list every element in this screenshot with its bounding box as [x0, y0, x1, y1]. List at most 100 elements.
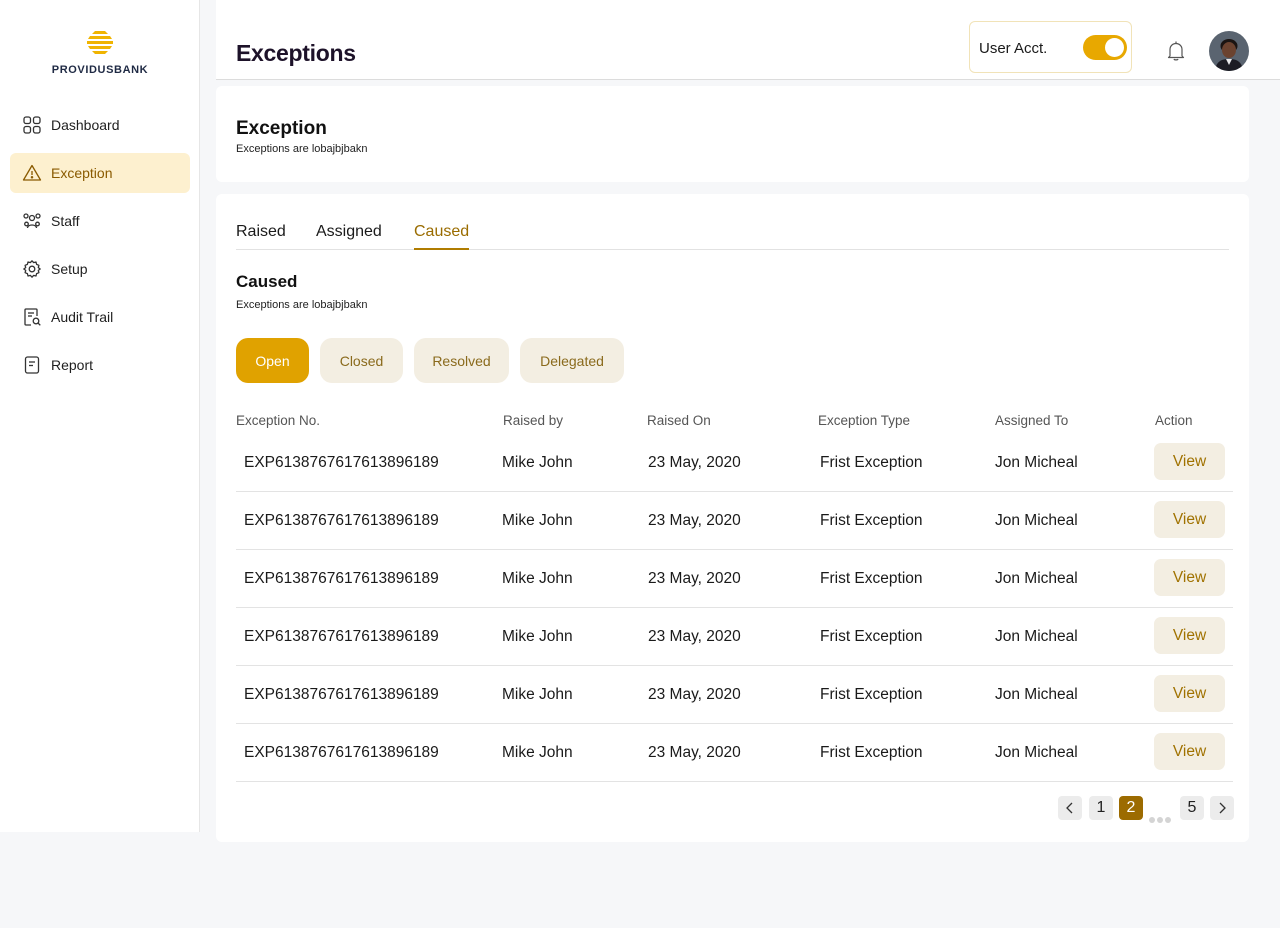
cell-exception-no: EXP6138767617613896189	[244, 628, 439, 645]
chevron-right-icon	[1219, 802, 1226, 814]
column-header-exception-type: Exception Type	[818, 413, 911, 428]
user-account-label: User Acct.	[979, 40, 1048, 57]
cell-raised-by: Mike John	[502, 744, 573, 761]
view-button[interactable]: View	[1154, 617, 1225, 654]
sidebar-nav: Dashboard Exception Staff Setup Audit Tr…	[10, 105, 190, 393]
cell-raised-on: 23 May, 2020	[648, 686, 741, 703]
cell-exception-type: Frist Exception	[820, 686, 923, 703]
section-subtitle: Exceptions are lobajbjbakn	[236, 299, 368, 311]
view-button[interactable]: View	[1154, 559, 1225, 596]
sidebar-item-exception[interactable]: Exception	[10, 153, 190, 193]
next-page-button[interactable]	[1210, 796, 1234, 820]
warning-icon	[22, 164, 42, 181]
user-account-switch: User Acct.	[969, 21, 1132, 73]
sidebar-item-label: Staff	[51, 213, 80, 229]
table-row: EXP6138767617613896189 Mike John 23 May, 2…	[236, 434, 1233, 492]
cell-exception-no: EXP6138767617613896189	[244, 512, 439, 529]
tab-raised[interactable]: Raised	[236, 223, 286, 248]
summary-title: Exception	[236, 118, 327, 139]
column-header-raised-by: Raised by	[503, 413, 564, 428]
table-row: EXP6138767617613896189 Mike John 23 May, 2…	[236, 608, 1233, 666]
column-header-assigned-to: Assigned To	[995, 413, 1069, 428]
brand-name: PROVIDUSBANK	[51, 64, 149, 76]
pagination-ellipsis	[1149, 810, 1173, 823]
sidebar-item-setup[interactable]: Setup	[10, 249, 190, 289]
summary-subtitle: Exceptions are lobajbjbakn	[236, 143, 368, 155]
cell-raised-on: 23 May, 2020	[648, 744, 741, 761]
filter-resolved-button[interactable]: Resolved	[414, 338, 509, 383]
sidebar-item-staff[interactable]: Staff	[10, 201, 190, 241]
view-button[interactable]: View	[1154, 501, 1225, 538]
cell-raised-by: Mike John	[502, 454, 573, 471]
cell-raised-on: 23 May, 2020	[648, 512, 741, 529]
exception-summary-card: Exception Exceptions are lobajbjbakn	[216, 86, 1249, 182]
cell-exception-type: Frist Exception	[820, 512, 923, 529]
avatar[interactable]	[1209, 31, 1249, 71]
brand-logo[interactable]: PROVIDUSBANK	[0, 30, 200, 76]
column-header-exception-no: Exception No.	[236, 413, 321, 428]
cell-raised-by: Mike John	[502, 570, 573, 587]
table-row: EXP6138767617613896189 Mike John 23 May, 2…	[236, 666, 1233, 724]
chevron-left-icon	[1066, 802, 1073, 814]
filter-delegated-button[interactable]: Delegated	[520, 338, 624, 383]
cell-assigned-to: Jon Micheal	[995, 454, 1078, 471]
top-header: Exceptions User Acct.	[216, 0, 1280, 80]
cell-assigned-to: Jon Micheal	[995, 744, 1078, 761]
page-button-current[interactable]: 2	[1119, 796, 1143, 820]
cell-assigned-to: Jon Micheal	[995, 686, 1078, 703]
cell-raised-on: 23 May, 2020	[648, 628, 741, 645]
cell-raised-by: Mike John	[502, 512, 573, 529]
user-avatar-icon	[1209, 31, 1249, 71]
providus-logo-icon	[87, 31, 113, 54]
sidebar-item-label: Audit Trail	[51, 309, 114, 325]
prev-page-button[interactable]	[1058, 796, 1082, 820]
user-account-toggle[interactable]	[1083, 35, 1127, 60]
toggle-knob	[1105, 38, 1124, 57]
column-header-action: Action	[1155, 413, 1193, 428]
view-button[interactable]: View	[1154, 443, 1225, 480]
section-title: Caused	[236, 272, 298, 291]
sidebar-item-audit-trail[interactable]: Audit Trail	[10, 297, 190, 337]
report-icon	[24, 356, 40, 374]
grid-icon	[23, 116, 41, 134]
cell-raised-by: Mike John	[502, 686, 573, 703]
sidebar-item-label: Exception	[51, 165, 113, 181]
tab-caused[interactable]: Caused	[414, 223, 470, 250]
sidebar-item-report[interactable]: Report	[10, 345, 190, 385]
view-button[interactable]: View	[1154, 675, 1225, 712]
cell-exception-no: EXP6138767617613896189	[244, 686, 439, 703]
cell-assigned-to: Jon Micheal	[995, 570, 1078, 587]
document-search-icon	[24, 308, 41, 326]
exception-tabs: Raised Assigned Caused	[236, 220, 1229, 250]
filter-open-button[interactable]: Open	[236, 338, 309, 383]
cell-exception-type: Frist Exception	[820, 570, 923, 587]
cell-exception-no: EXP6138767617613896189	[244, 570, 439, 587]
cell-assigned-to: Jon Micheal	[995, 512, 1078, 529]
view-button[interactable]: View	[1154, 733, 1225, 770]
sidebar-item-label: Report	[51, 357, 94, 373]
page-button[interactable]: 5	[1180, 796, 1204, 820]
cell-raised-by: Mike John	[502, 628, 573, 645]
sidebar: PROVIDUSBANK Dashboard Exception Staff S…	[0, 0, 200, 832]
table-row: EXP6138767617613896189 Mike John 23 May, 2…	[236, 550, 1233, 608]
table-row: EXP6138767617613896189 Mike John 23 May, 2…	[236, 724, 1233, 782]
cell-assigned-to: Jon Micheal	[995, 628, 1078, 645]
page-title: Exceptions	[236, 40, 356, 66]
gear-icon	[23, 260, 41, 278]
cell-exception-type: Frist Exception	[820, 628, 923, 645]
cell-raised-on: 23 May, 2020	[648, 570, 741, 587]
cell-exception-no: EXP6138767617613896189	[244, 744, 439, 761]
filter-closed-button[interactable]: Closed	[320, 338, 403, 383]
cell-raised-on: 23 May, 2020	[648, 454, 741, 471]
cell-exception-type: Frist Exception	[820, 744, 923, 761]
page-button[interactable]: 1	[1089, 796, 1113, 820]
column-header-raised-on: Raised On	[647, 413, 711, 428]
bell-icon[interactable]	[1166, 40, 1186, 62]
cell-exception-type: Frist Exception	[820, 454, 923, 471]
sidebar-item-dashboard[interactable]: Dashboard	[10, 105, 190, 145]
tab-assigned[interactable]: Assigned	[316, 223, 382, 248]
sidebar-item-label: Setup	[51, 261, 88, 277]
table-row: EXP6138767617613896189 Mike John 23 May, 2…	[236, 492, 1233, 550]
cell-exception-no: EXP6138767617613896189	[244, 454, 439, 471]
sidebar-item-label: Dashboard	[51, 117, 120, 133]
